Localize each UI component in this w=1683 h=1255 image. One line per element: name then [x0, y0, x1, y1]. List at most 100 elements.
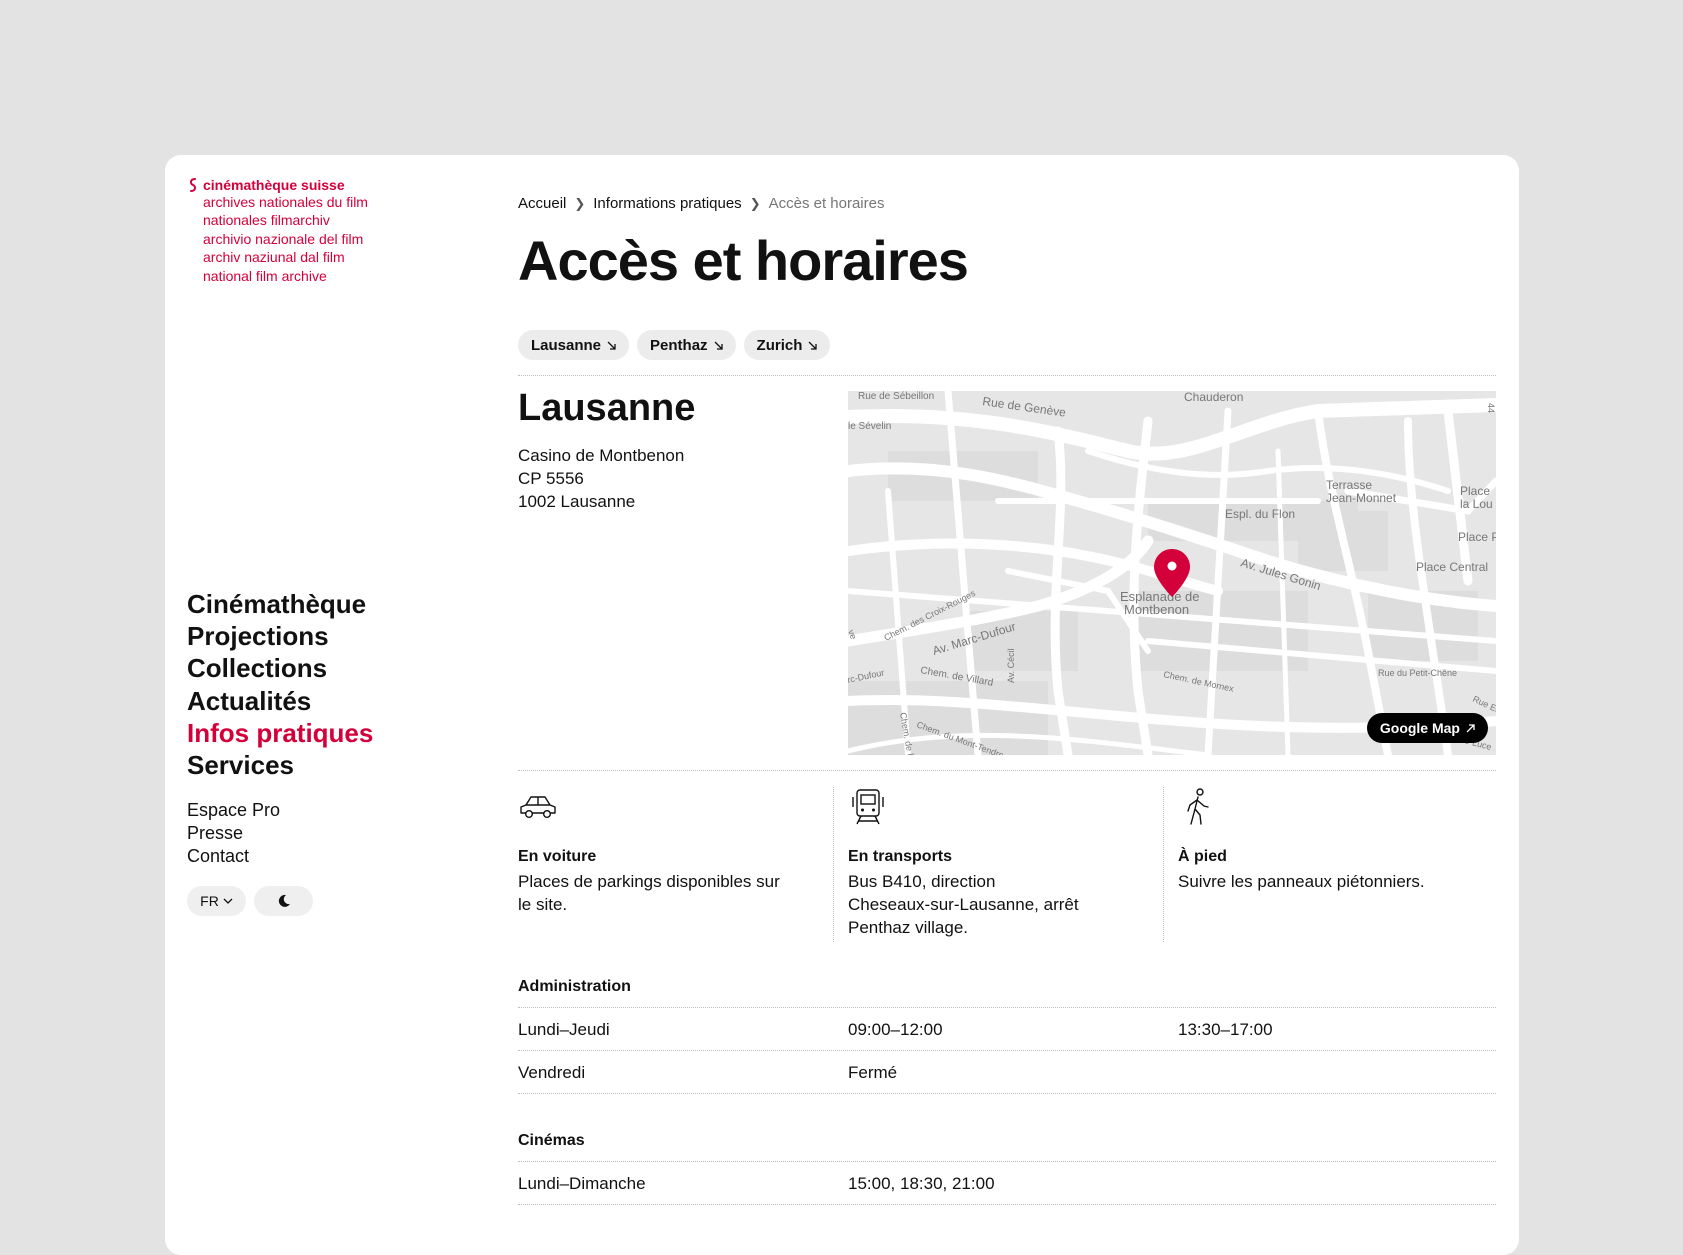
- chip-penthaz[interactable]: Penthaz: [637, 330, 736, 360]
- logo-line: archiv naziunal dal film: [203, 249, 345, 266]
- access-text-line: le site.: [518, 895, 568, 914]
- logo-mark-icon: [189, 178, 197, 192]
- location-chips: Lausanne Penthaz Zurich: [518, 330, 831, 360]
- map-label: Rue du Petit-Chêne: [1378, 668, 1457, 678]
- access-title: À pied: [1178, 848, 1227, 865]
- table-row: Lundi–Jeudi 09:00–12:00 13:30–17:00: [518, 1008, 1496, 1051]
- map-canvas[interactable]: Rue de Sébeillon Rue de Genève Chauderon…: [848, 391, 1496, 755]
- breadcrumb: Accueil ❯ Informations pratiques ❯ Accès…: [518, 195, 884, 212]
- access-text-line: Places de parkings disponibles sur: [518, 872, 780, 891]
- access-text-line: Penthaz village.: [848, 918, 969, 937]
- breadcrumb-home[interactable]: Accueil: [518, 195, 566, 212]
- hours-slot: 09:00–12:00: [848, 1020, 943, 1039]
- nav-item-presse[interactable]: Presse: [187, 822, 280, 845]
- divider: [518, 375, 1496, 376]
- nav-item-collections[interactable]: Collections: [187, 652, 373, 684]
- moon-icon: [278, 894, 290, 907]
- map-label: Place P: [1458, 530, 1496, 544]
- chip-label: Zurich: [756, 336, 803, 354]
- main-nav: Cinémathèque Projections Collections Act…: [187, 588, 373, 781]
- logo-line: archivio nazionale del film: [203, 230, 364, 247]
- logo[interactable]: cinémathèque suisse archives nationales …: [187, 177, 368, 285]
- nav-item-infos-pratiques[interactable]: Infos pratiques: [187, 717, 373, 749]
- access-car: En voiture Places de parkings disponible…: [518, 787, 818, 942]
- address-line: 1002 Lausanne: [518, 492, 636, 511]
- access-text-line: Bus B410, direction: [848, 872, 996, 891]
- divider: [518, 1204, 1496, 1205]
- column-divider: [1163, 787, 1164, 942]
- table-row: Lundi–Dimanche 15:00, 18:30, 21:00: [518, 1162, 1496, 1205]
- map-label: 44: [1486, 403, 1496, 413]
- hours-slot: Fermé: [848, 1063, 898, 1082]
- location-title: Lausanne: [518, 387, 696, 429]
- logo-line: nationales filmarchiv: [203, 212, 330, 229]
- map-label: le Sévelin: [848, 421, 891, 432]
- chip-label: Lausanne: [531, 336, 602, 354]
- chevron-right-icon: ❯: [749, 195, 761, 211]
- divider: [518, 770, 1496, 771]
- column-divider: [833, 787, 834, 942]
- breadcrumb-current: Accès et horaires: [768, 195, 885, 212]
- secondary-nav: Espace Pro Presse Contact: [187, 799, 280, 868]
- car-icon: [520, 796, 556, 819]
- chip-lausanne[interactable]: Lausanne: [518, 330, 630, 360]
- hours-slot: 13:30–17:00: [1178, 1020, 1273, 1039]
- divider: [518, 1093, 1496, 1094]
- map-label: la Lou: [1460, 497, 1493, 511]
- walking-icon: [1187, 788, 1209, 825]
- hours-day: Lundi–Jeudi: [518, 1020, 610, 1039]
- logo-title: cinémathèque suisse: [203, 177, 345, 193]
- google-map-label: Google Map: [1379, 720, 1460, 736]
- access-walk: À pied Suivre les panneaux piétonniers.: [1178, 787, 1478, 942]
- language-selector[interactable]: FR: [187, 886, 246, 916]
- address-line: Casino de Montbenon: [518, 446, 685, 465]
- arrow-down-right-icon: [714, 341, 723, 350]
- breadcrumb-infos[interactable]: Informations pratiques: [593, 195, 741, 212]
- hours-section-title: Administration: [518, 978, 631, 995]
- controls: FR: [187, 886, 313, 916]
- map-label: Rue de Sébeillon: [858, 391, 934, 402]
- arrow-down-right-icon: [607, 341, 616, 350]
- nav-item-services[interactable]: Services: [187, 749, 373, 781]
- nav-item-projections[interactable]: Projections: [187, 620, 373, 652]
- hours-slot: 15:00, 18:30, 21:00: [848, 1174, 995, 1193]
- nav-item-contact[interactable]: Contact: [187, 845, 280, 868]
- table-row: Vendredi Fermé: [518, 1051, 1496, 1094]
- page-card: cinémathèque suisse archives nationales …: [165, 155, 1519, 1255]
- train-icon: [852, 789, 884, 825]
- chevron-right-icon: ❯: [574, 195, 586, 211]
- chip-zurich[interactable]: Zurich: [743, 330, 831, 360]
- hours-day: Vendredi: [518, 1063, 586, 1082]
- nav-item-cinematheque[interactable]: Cinémathèque: [187, 588, 373, 620]
- hours-section-title: Cinémas: [518, 1132, 585, 1149]
- map-label: Jean-Monnet: [1326, 491, 1397, 505]
- nav-item-actualites[interactable]: Actualités: [187, 685, 373, 717]
- map-label: Av. Cécil: [1006, 648, 1016, 683]
- map-label: Espl. du Flon: [1225, 507, 1295, 521]
- access-text-line: Cheseaux-sur-Lausanne, arrêt: [848, 895, 1079, 914]
- logo-line: national film archive: [203, 267, 327, 284]
- map-pin-label: Montbenon: [1124, 602, 1189, 617]
- access-title: En transports: [848, 848, 953, 865]
- access-text: Places de parkings disponibles sur le si…: [518, 870, 780, 916]
- language-value: FR: [200, 893, 219, 909]
- dark-mode-toggle[interactable]: [254, 886, 313, 916]
- chevron-down-icon: [223, 898, 233, 904]
- map-label: Place Central: [1416, 560, 1488, 574]
- logo-line: archives nationales du film: [203, 194, 368, 210]
- google-map-button[interactable]: Google Map: [1366, 713, 1488, 743]
- arrow-up-right-icon: [1466, 723, 1475, 732]
- hours-day: Lundi–Dimanche: [518, 1174, 646, 1193]
- access-text: Suivre les panneaux piétonniers.: [1178, 870, 1425, 893]
- page-title: Accès et horaires: [518, 229, 969, 292]
- address-line: CP 5556: [518, 469, 584, 488]
- map-label: Terrasse: [1326, 478, 1372, 492]
- map-label: Place: [1460, 484, 1490, 498]
- access-transport: En transports Bus B410, direction Chesea…: [848, 787, 1148, 942]
- location-address: Casino de Montbenon CP 5556 1002 Lausann…: [518, 444, 684, 513]
- nav-item-espace-pro[interactable]: Espace Pro: [187, 799, 280, 822]
- map[interactable]: Rue de Sébeillon Rue de Genève Chauderon…: [848, 391, 1496, 755]
- access-text: Bus B410, direction Cheseaux-sur-Lausann…: [848, 870, 1079, 939]
- arrow-down-right-icon: [808, 341, 818, 350]
- access-title: En voiture: [518, 848, 597, 865]
